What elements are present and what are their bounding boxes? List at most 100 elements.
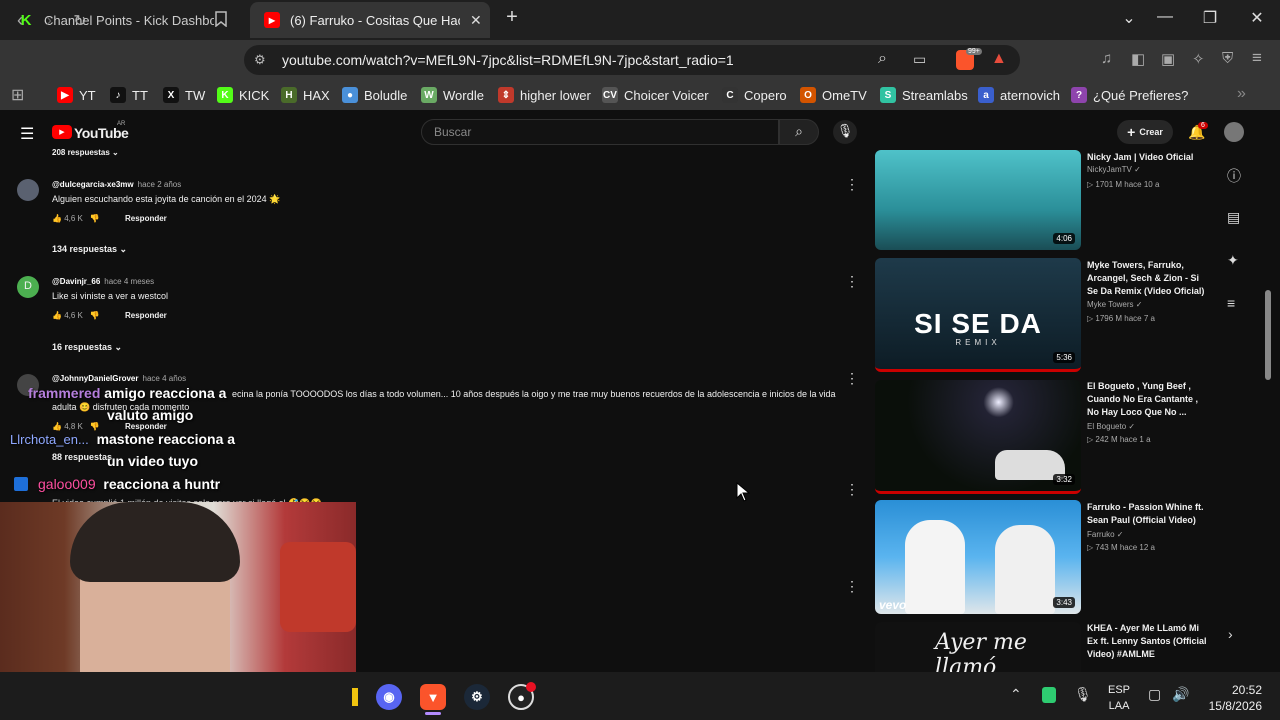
bookmark-yt[interactable]: ▶ YT xyxy=(57,87,96,103)
sparkle-icon[interactable]: ✦ xyxy=(1227,252,1239,269)
bookmark-aternovich[interactable]: a aternovich xyxy=(978,87,1060,103)
taskbar-app-partial[interactable] xyxy=(352,688,358,706)
bookmark-icon[interactable] xyxy=(210,11,232,31)
bookmark-copero[interactable]: C Copero xyxy=(722,87,787,103)
like-icon[interactable]: 👍 xyxy=(52,311,62,320)
bookmark-streamlabs[interactable]: S Streamlabs xyxy=(880,87,968,103)
search-input[interactable]: Buscar xyxy=(421,119,779,145)
brave-taskbar-icon[interactable]: ▼ xyxy=(420,684,446,710)
comment-author[interactable]: @dulcegarcia-xe3mw hace 2 años xyxy=(52,180,181,189)
steam-icon[interactable]: ⚙ xyxy=(464,684,490,710)
reply-button[interactable]: Responder xyxy=(125,422,167,431)
dislike-icon[interactable]: 👎 xyxy=(90,311,100,320)
video-thumbnail[interactable]: 3:32 xyxy=(875,380,1081,494)
video-thumbnail[interactable]: vevo 3:43 xyxy=(875,500,1081,614)
bookmark-tw[interactable]: X TW xyxy=(163,87,205,103)
network-icon[interactable]: ▢ xyxy=(1148,686,1161,703)
tab-search-chevron-icon[interactable]: ⌄ xyxy=(1117,8,1141,28)
video-title[interactable]: KHEA - Ayer Me LLamó Mi Ex ft. Lenny San… xyxy=(1087,622,1207,661)
volume-icon[interactable]: 🔊 xyxy=(1172,686,1189,703)
like-icon[interactable]: 👍 xyxy=(52,422,62,431)
comment-more-icon[interactable]: ⋮ xyxy=(845,481,859,498)
close-tab-icon[interactable]: ✕ xyxy=(470,12,482,29)
restore-button[interactable]: ❐ xyxy=(1198,8,1222,28)
video-thumbnail[interactable]: 4:06 xyxy=(875,150,1081,250)
bookmark-tt[interactable]: ♪ TT xyxy=(110,87,148,103)
comment-avatar[interactable] xyxy=(17,179,39,201)
reply-button[interactable]: Responder xyxy=(125,214,167,223)
clock[interactable]: 20:52 15/8/2026 xyxy=(1202,682,1262,714)
video-thumbnail[interactable]: SI SE DA REMIX 5:36 xyxy=(875,258,1081,372)
video-channel[interactable]: El Bogueto ✓ xyxy=(1087,422,1135,431)
chat-icon[interactable]: ▤ xyxy=(1227,209,1240,226)
tab-youtube-farruko[interactable]: ▶ (6) Farruko - Cositas Que Hacian ✕ xyxy=(250,2,490,38)
close-window-button[interactable]: ✕ xyxy=(1245,8,1269,28)
comment-author[interactable]: @JohnnyDanielGrover hace 4 años xyxy=(52,374,186,383)
leo-ai-icon[interactable]: ✧ xyxy=(1192,50,1205,68)
new-tab-button[interactable]: + xyxy=(500,6,524,29)
microphone-icon[interactable]: 🎙 xyxy=(1074,686,1092,703)
next-chevron-icon[interactable]: › xyxy=(1228,626,1233,642)
scrollbar[interactable] xyxy=(1264,130,1272,660)
tray-chevron-icon[interactable]: ⌃ xyxy=(1010,686,1022,703)
vpn-icon[interactable]: ⛨ xyxy=(1222,50,1233,67)
back-icon[interactable]: ‹ xyxy=(9,10,31,31)
dislike-icon[interactable]: 👎 xyxy=(90,422,100,431)
media-icon[interactable]: ♫ xyxy=(1101,50,1112,67)
yt-menu-icon[interactable]: ☰ xyxy=(20,124,34,144)
bookmark-higher-lower[interactable]: ⇕ higher lower xyxy=(498,87,591,103)
search-button[interactable]: ⌕ xyxy=(779,119,819,145)
zoom-search-icon[interactable]: ⌕ xyxy=(878,50,887,68)
bookmark-kick[interactable]: K KICK xyxy=(217,87,269,103)
account-avatar[interactable] xyxy=(1224,122,1244,142)
bookmark-hax[interactable]: H HAX xyxy=(281,87,330,103)
bookmark-wordle[interactable]: W Wordle xyxy=(421,87,484,103)
more-bookmarks-icon[interactable]: » xyxy=(1237,85,1246,103)
replies-toggle[interactable]: 88 respuestas xyxy=(52,452,112,462)
like-icon[interactable]: 👍 xyxy=(52,214,62,223)
video-channel[interactable]: Myke Towers ✓ xyxy=(1087,300,1142,309)
comment-more-icon[interactable]: ⋮ xyxy=(845,273,859,290)
replies-toggle[interactable]: 16 respuestas ⌄ xyxy=(52,342,122,353)
list-icon[interactable]: ≡ xyxy=(1227,295,1235,311)
minimize-button[interactable]: — xyxy=(1153,8,1177,26)
youtube-logo-text[interactable]: YouTube xyxy=(74,125,129,141)
video-channel[interactable]: NickyJamTV ✓ xyxy=(1087,165,1141,174)
menu-icon[interactable]: ≡ xyxy=(1252,48,1262,68)
bookmark-qu-prefieres[interactable]: ? ¿Qué Prefieres? xyxy=(1071,87,1188,103)
info-icon[interactable]: ⓘ xyxy=(1227,166,1241,186)
video-channel[interactable]: Farruko ✓ xyxy=(1087,530,1124,539)
reply-button[interactable]: Responder xyxy=(125,311,167,320)
discord-icon[interactable]: ◉ xyxy=(376,684,402,710)
forward-icon[interactable]: › xyxy=(38,10,60,31)
comment-avatar[interactable]: D xyxy=(17,276,39,298)
brave-rewards-icon[interactable]: ▲ xyxy=(991,50,1007,68)
video-thumbnail[interactable]: Ayer me llamó xyxy=(875,622,1081,672)
reload-icon[interactable]: ↻ xyxy=(69,11,91,31)
language-indicator[interactable]: ESP LAA xyxy=(1108,682,1130,714)
create-button[interactable]: + Crear xyxy=(1117,120,1173,144)
sidebar-icon[interactable]: ◧ xyxy=(1131,50,1145,68)
youtube-logo-icon[interactable]: ▶ xyxy=(52,125,72,139)
wallet-icon[interactable]: ▣ xyxy=(1161,50,1175,68)
bookmark-boludle[interactable]: ● Boludle xyxy=(342,87,407,103)
video-title[interactable]: Farruko - Passion Whine ft. Sean Paul (O… xyxy=(1087,501,1207,527)
video-title[interactable]: Nicky Jam | Video Oficial xyxy=(1087,151,1207,164)
scrollbar-thumb[interactable] xyxy=(1265,290,1271,380)
comment-more-icon[interactable]: ⋮ xyxy=(845,370,859,387)
security-icon[interactable] xyxy=(1042,687,1056,703)
comment-more-icon[interactable]: ⋮ xyxy=(845,176,859,193)
dislike-icon[interactable]: 👎 xyxy=(90,214,100,223)
comment-more-icon[interactable]: ⋮ xyxy=(845,578,859,595)
url-text[interactable]: youtube.com/watch?v=MEfL9N-7jpc&list=RDM… xyxy=(282,52,734,68)
apps-grid-icon[interactable]: ⊞ xyxy=(11,85,24,105)
video-title[interactable]: El Bogueto , Yung Beef , Cuando No Era C… xyxy=(1087,380,1207,419)
bookmark-ometv[interactable]: O OmeTV xyxy=(800,87,867,103)
replies-toggle[interactable]: 208 respuestas ⌄ xyxy=(52,148,119,157)
comment-author[interactable]: @Davinjr_66 hace 4 meses xyxy=(52,277,154,286)
voice-search-icon[interactable]: 🎙 xyxy=(833,120,857,144)
site-settings-icon[interactable]: ⚙ xyxy=(254,52,266,68)
cast-icon[interactable]: ▭ xyxy=(913,51,926,68)
bookmark-choicer-voicer[interactable]: CV Choicer Voicer xyxy=(602,87,709,103)
video-title[interactable]: Myke Towers, Farruko, Arcangel, Sech & Z… xyxy=(1087,259,1207,298)
